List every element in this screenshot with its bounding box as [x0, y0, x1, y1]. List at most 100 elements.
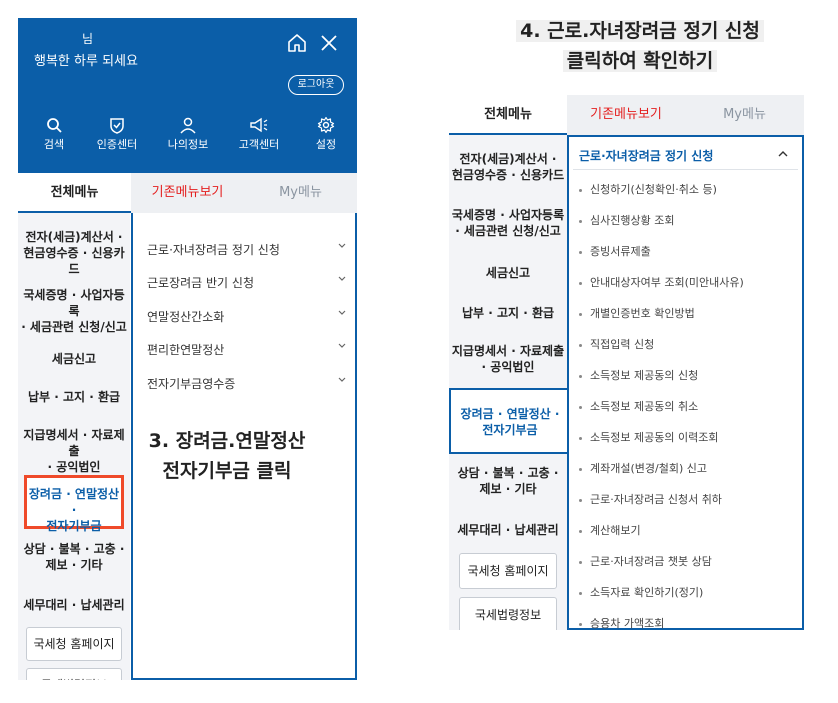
sidebar-item-certificate[interactable]: 국세증명 · 사업자등록 · 세금관련 신청/신고 [449, 207, 567, 239]
sidebar-item-consult[interactable]: 상담 · 불복 · 고충 · 제보 · 기타 [18, 541, 130, 573]
leaf-link[interactable]: 심사진행상황 조회 [579, 212, 674, 228]
sidebar-item-certificate[interactable]: 국세증명 · 사업자등록 · 세금관련 신청/신고 [18, 287, 130, 335]
leaf-link[interactable]: 소득자료 확인하기(정기) [579, 584, 703, 600]
submenu-item[interactable]: 편리한연말정산 [147, 341, 347, 358]
right-menu-screenshot: 전체메뉴 기존메뉴보기 My메뉴 전자(세금)계산서 · 현금영수증 · 신용카… [449, 95, 804, 630]
sidebar-item-tax-report[interactable]: 세금신고 [449, 265, 567, 281]
leaf-link[interactable]: 계산해보기 [579, 522, 641, 538]
leaf-link[interactable]: 직접입력 신청 [579, 336, 654, 352]
quick-my-info[interactable]: 나의정보 [158, 116, 218, 152]
leaf-link[interactable]: 개별인증번호 확인방법 [579, 305, 695, 321]
leaf-link[interactable]: 소득정보 제공동의 이력조회 [579, 429, 718, 445]
sidebar-item-tax-report[interactable]: 세금신고 [18, 351, 130, 367]
expanded-submenu-panel: 근로·자녀장려금 정기 신청 신청하기(신청확인·취소 등) 심사진행상황 조회… [567, 135, 804, 630]
quick-label: 설정 [315, 138, 337, 151]
quick-label: 인증센터 [96, 138, 138, 151]
bullet-icon [579, 219, 582, 223]
left-menu-screenshot: 님 행복한 하루 되세요 로그아웃 검색 인증센터 나의정보 고객센터 설정 전… [18, 18, 357, 680]
nts-homepage-button[interactable]: 국세청 홈페이지 [26, 627, 122, 661]
submenu-item[interactable]: 전자기부금영수증 [147, 375, 347, 392]
tab-all-menu[interactable]: 전체메뉴 [18, 173, 131, 213]
leaf-link[interactable]: 계좌개설(변경/철회) 신고 [579, 460, 707, 476]
quick-label: 검색 [43, 138, 65, 151]
submenu-item[interactable]: 근로장려금 반기 신청 [147, 274, 347, 291]
submenu-label: 근로·자녀장려금 정기 신청 [147, 243, 280, 257]
sidebar-item-incentive-highlighted[interactable]: 장려금 · 연말정산 · 전자기부금 [24, 475, 124, 533]
tax-law-button[interactable]: 국세법령정보 [459, 597, 557, 630]
bullet-icon [579, 405, 582, 409]
bullet-icon [579, 281, 582, 285]
nts-homepage-button[interactable]: 국세청 홈페이지 [459, 553, 557, 589]
bullet-icon [579, 374, 582, 378]
bullet-icon [579, 498, 582, 502]
chevron-down-icon [338, 377, 346, 382]
sidebar-item-einvoice[interactable]: 전자(세금)계산서 · 현금영수증 · 신용카드 [18, 229, 130, 277]
leaf-link[interactable]: 근로·자녀장려금 신청서 취하 [579, 491, 722, 507]
sidebar-item-label: 지급명세서 · 자료제출 [451, 344, 565, 358]
sidebar-item-label: · 공익법인 [481, 360, 535, 374]
logout-button[interactable]: 로그아웃 [288, 75, 344, 95]
sidebar-item-payment[interactable]: 납부 · 고지 · 환급 [18, 389, 130, 405]
gear-icon [317, 116, 335, 134]
quick-label: 나의정보 [167, 138, 209, 151]
leaf-label: 근로·자녀장려금 신청서 취하 [590, 493, 722, 506]
leaf-label: 승용차 가액조회 [590, 617, 665, 630]
step4-caption: 4. 근로.자녀장려금 정기 신청 클릭하여 확인하기 [490, 16, 790, 76]
sidebar-item-statement[interactable]: 지급명세서 · 자료제출 · 공익법인 [449, 343, 567, 375]
sidebar-item-label: 전자(세금)계산서 · [25, 230, 123, 244]
bullet-icon [579, 343, 582, 347]
quick-auth-center[interactable]: 인증센터 [87, 116, 147, 152]
leaf-link[interactable]: 안내대상자여부 조회(미안내사유) [579, 274, 744, 290]
leaf-link[interactable]: 소득정보 제공동의 취소 [579, 398, 698, 414]
bullet-icon [579, 622, 582, 626]
sidebar-item-label: 국세증명 · 사업자등록 [451, 208, 565, 222]
leaf-link[interactable]: 신청하기(신청확인·취소 등) [579, 181, 717, 197]
leaf-label: 신청하기(신청확인·취소 등) [590, 183, 717, 196]
category-sidebar: 전자(세금)계산서 · 현금영수증 · 신용카드 국세증명 · 사업자등록 · … [18, 213, 130, 680]
menu-tabs: 전체메뉴 기존메뉴보기 My메뉴 [18, 173, 357, 213]
sidebar-item-label: 지급명세서 · 자료제출 [23, 428, 125, 458]
bullet-icon [579, 591, 582, 595]
sidebar-item-incentive-selected[interactable]: 장려금 · 연말정산 · 전자기부금 [449, 388, 569, 454]
step3-caption: 3. 장려금.연말정산 전자기부금 클릭 [122, 426, 332, 486]
tax-law-button[interactable]: 국세법령정보 [26, 668, 122, 680]
sidebar-item-label: 상담 · 불복 · 고충 · [23, 542, 125, 556]
quick-settings[interactable]: 설정 [296, 116, 356, 152]
shield-check-icon [110, 118, 124, 134]
submenu-item[interactable]: 근로·자녀장려금 정기 신청 [147, 241, 347, 258]
caption-line: 4. 근로.자녀장려금 정기 신청 [516, 20, 764, 42]
sidebar-item-tax-agent[interactable]: 세무대리 · 납세관리 [18, 597, 130, 613]
tab-old-menu[interactable]: 기존메뉴보기 [567, 95, 685, 135]
leaf-link[interactable]: 소득정보 제공동의 신청 [579, 367, 698, 383]
tab-my-menu[interactable]: My메뉴 [244, 173, 357, 213]
sidebar-item-label: · 공익법인 [47, 460, 101, 474]
tab-old-menu[interactable]: 기존메뉴보기 [131, 173, 244, 213]
submenu-label: 전자기부금영수증 [147, 377, 236, 391]
quick-label: 고객센터 [238, 138, 280, 151]
greeting-name: 님 [82, 32, 94, 46]
sidebar-item-consult[interactable]: 상담 · 불복 · 고충 · 제보 · 기타 [449, 465, 567, 497]
menu-tabs: 전체메뉴 기존메뉴보기 My메뉴 [449, 95, 804, 135]
leaf-link[interactable]: 근로·자녀장려금 챗봇 상담 [579, 553, 712, 569]
quick-search[interactable]: 검색 [24, 116, 84, 152]
leaf-link[interactable]: 승용차 가액조회 [579, 615, 664, 630]
sidebar-item-statement[interactable]: 지급명세서 · 자료제출 · 공익법인 [18, 427, 130, 475]
home-icon[interactable] [286, 32, 308, 54]
expanded-submenu-title[interactable]: 근로·자녀장려금 정기 신청 [579, 147, 713, 164]
sidebar-item-tax-agent[interactable]: 세무대리 · 납세관리 [449, 522, 567, 538]
sidebar-item-label: · 세금관련 신청/신고 [455, 224, 561, 238]
close-icon[interactable] [318, 32, 340, 54]
sidebar-item-payment[interactable]: 납부 · 고지 · 환급 [449, 305, 567, 321]
tab-my-menu[interactable]: My메뉴 [685, 95, 804, 135]
category-sidebar: 전자(세금)계산서 · 현금영수증 · 신용카드 국세증명 · 사업자등록 · … [449, 135, 569, 630]
tab-all-menu[interactable]: 전체메뉴 [449, 95, 567, 135]
leaf-label: 소득정보 제공동의 이력조회 [590, 431, 719, 444]
submenu-label: 근로장려금 반기 신청 [147, 276, 254, 290]
submenu-item[interactable]: 연말정산간소화 [147, 308, 347, 325]
quick-customer-center[interactable]: 고객센터 [229, 116, 289, 152]
chevron-up-icon[interactable] [777, 149, 789, 159]
greeting-message: 행복한 하루 되세요 [34, 54, 138, 69]
chevron-down-icon [338, 276, 346, 281]
leaf-link[interactable]: 증빙서류제출 [579, 243, 651, 259]
sidebar-item-einvoice[interactable]: 전자(세금)계산서 · 현금영수증 · 신용카드 [449, 151, 567, 183]
